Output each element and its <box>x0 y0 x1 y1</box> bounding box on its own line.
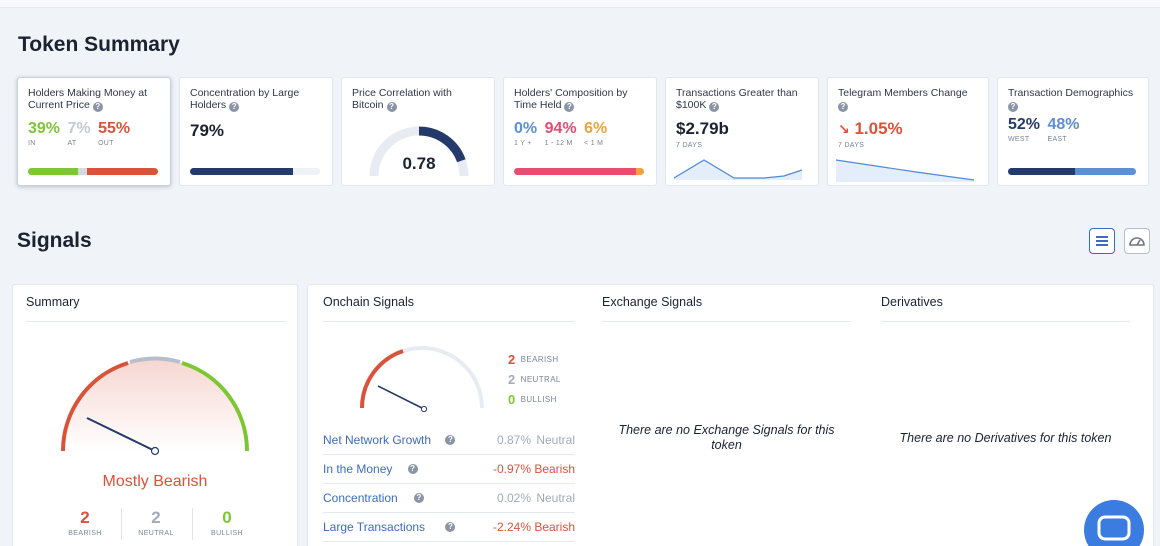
at-label: AT <box>67 140 77 147</box>
concentration-value: 79% <box>190 121 225 140</box>
signal-percent: -0.97% <box>492 462 531 476</box>
signal-label[interactable]: Net Network Growth <box>323 433 431 447</box>
help-icon[interactable]: ? <box>445 435 456 445</box>
help-icon[interactable]: ? <box>229 102 240 112</box>
transactions-period: 7 DAYS <box>676 142 703 149</box>
card-concentration[interactable]: Concentration by Large Holders? 79% <box>179 77 333 186</box>
card-transactions[interactable]: Transactions Greater than $100K? $2.79b … <box>665 77 819 186</box>
summary-bullish: 0 BULLISH <box>211 508 243 537</box>
concentration-bar <box>190 168 320 175</box>
onchain-bullish: 0 BULLISH <box>508 392 557 407</box>
help-icon[interactable]: ? <box>564 102 575 112</box>
correlation-value: 0.78 <box>402 154 436 173</box>
composition-bar <box>514 168 644 175</box>
list-icon <box>1096 236 1108 246</box>
derivatives-title: Derivatives <box>881 295 943 309</box>
list-view-toggle[interactable] <box>1089 228 1115 254</box>
token-summary-heading: Token Summary <box>18 33 180 56</box>
chat-icon <box>1097 515 1131 541</box>
west-value: 52% <box>1008 116 1041 133</box>
onchain-gauge <box>359 346 484 412</box>
card-title: Price Correlation with Bitcoin <box>352 87 452 111</box>
signal-status: Neutral <box>536 491 575 505</box>
onchain-signal-row[interactable]: In the Money? -0.97% Bearish <box>323 455 575 484</box>
summary-neutral: 2 NEUTRAL <box>138 508 174 537</box>
card-price-correlation[interactable]: Price Correlation with Bitcoin? 0.78 <box>341 77 495 186</box>
exchange-empty-message: There are no Exchange Signals for this t… <box>618 423 835 452</box>
telegram-value: 1.05% <box>854 119 903 138</box>
card-title: Transactions Greater than $100K <box>676 87 798 111</box>
exchange-title: Exchange Signals <box>602 295 703 309</box>
onchain-signal-row[interactable]: Net Network Growth? 0.87% Neutral <box>323 426 575 455</box>
signal-status: Neutral <box>536 433 575 447</box>
at-value: 7% <box>67 120 91 137</box>
signal-label[interactable]: Large Transactions <box>323 520 425 534</box>
summary-gauge <box>61 356 249 456</box>
help-icon[interactable]: ? <box>413 493 424 503</box>
telegram-sparkline <box>836 159 975 182</box>
in-label: IN <box>28 140 36 147</box>
one-year-label: 1 Y + <box>514 140 532 147</box>
month-value: 6% <box>584 120 608 137</box>
signal-percent: 0.87% <box>496 433 531 447</box>
west-label: WEST <box>1008 136 1030 143</box>
help-icon[interactable]: ? <box>838 102 848 112</box>
east-label: EAST <box>1047 136 1067 143</box>
card-title: Concentration by Large Holders <box>190 87 300 111</box>
help-icon[interactable]: ? <box>445 522 456 532</box>
summary-bearish: 2 BEARISH <box>68 508 102 537</box>
signal-percent: 0.02% <box>496 491 531 505</box>
onchain-bearish: 2 BEARISH <box>508 352 559 367</box>
card-demographics[interactable]: Transaction Demographics? 52% WEST 48% EAS… <box>997 77 1149 186</box>
summary-verdict: Mostly Bearish <box>102 473 208 490</box>
month-label: < 1 M <box>584 140 604 147</box>
card-telegram[interactable]: Telegram Members Change? ↘ 1.05% 7 DAYS <box>827 77 989 186</box>
demographics-bar <box>1008 168 1136 175</box>
holders-money-bar <box>28 168 158 175</box>
telegram-period: 7 DAYS <box>838 142 865 149</box>
signal-label[interactable]: In the Money <box>323 462 392 476</box>
summary-title: Summary <box>26 295 80 309</box>
chat-button[interactable] <box>1084 500 1144 546</box>
help-icon[interactable]: ? <box>92 102 103 112</box>
derivatives-empty-message: There are no Derivatives for this token <box>899 431 1112 445</box>
gauge-view-toggle[interactable] <box>1124 228 1150 254</box>
signal-status: Bearish <box>534 520 575 534</box>
onchain-signal-row[interactable]: Concentration? 0.02% Neutral <box>323 484 575 513</box>
east-value: 48% <box>1047 116 1080 133</box>
onchain-neutral: 2 NEUTRAL <box>508 372 561 387</box>
transactions-value: $2.79b <box>676 119 729 138</box>
help-icon[interactable]: ? <box>1008 102 1018 112</box>
signal-status: Bearish <box>534 462 575 476</box>
help-icon[interactable]: ? <box>407 464 418 474</box>
out-value: 55% <box>98 120 131 137</box>
card-composition[interactable]: Holders' Composition by Time Held? 0% 1 Y… <box>503 77 657 186</box>
card-title: Holders Making Money at Current Price <box>28 87 148 111</box>
signal-label[interactable]: Concentration <box>323 491 398 505</box>
card-title: Transaction Demographics <box>1008 87 1134 99</box>
help-icon[interactable]: ? <box>386 102 397 112</box>
months-label: 1 - 12 M <box>544 140 573 147</box>
onchain-title: Onchain Signals <box>323 295 415 309</box>
help-icon[interactable]: ? <box>709 102 720 112</box>
card-title: Telegram Members Change <box>838 87 968 99</box>
card-holders-making-money[interactable]: Holders Making Money at Current Price? 3… <box>17 77 171 186</box>
arrow-down-right-icon: ↘ <box>838 121 850 137</box>
months-value: 94% <box>544 120 577 137</box>
transactions-sparkline <box>674 159 803 180</box>
in-value: 39% <box>28 120 61 137</box>
signals-heading: Signals <box>17 229 92 252</box>
one-year-value: 0% <box>514 120 538 137</box>
onchain-signal-row[interactable]: Large Transactions? -2.24% Bearish <box>323 513 575 542</box>
signal-percent: -2.24% <box>492 520 531 534</box>
gauge-icon <box>1129 237 1145 246</box>
top-bar <box>0 0 1160 8</box>
out-label: OUT <box>98 140 114 147</box>
